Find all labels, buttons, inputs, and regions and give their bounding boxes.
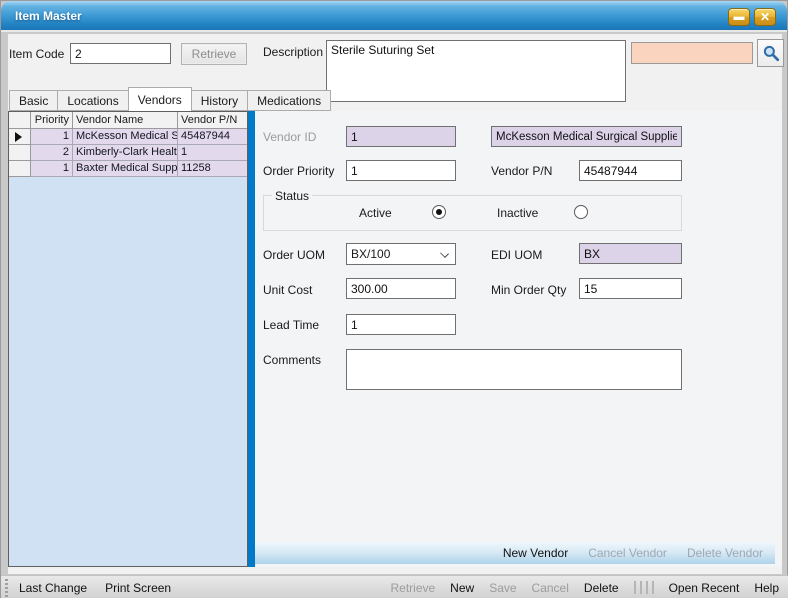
comments-input[interactable]	[346, 349, 682, 390]
status-active-radio[interactable]	[432, 205, 446, 219]
tab-vendors[interactable]: Vendors	[128, 87, 192, 111]
current-row-icon	[15, 132, 22, 142]
vendor-action-strip: New Vendor Cancel Vendor Delete Vendor	[255, 542, 775, 564]
lead-time-input[interactable]	[346, 314, 456, 335]
open-recent-button[interactable]: Open Recent	[669, 581, 740, 595]
vendor-name-field[interactable]	[491, 126, 682, 147]
vendor-pn-label: Vendor P/N	[491, 164, 552, 178]
vendor-grid-header: Priority Vendor Name Vendor P/N	[9, 112, 247, 129]
cancel-vendor-button[interactable]: Cancel Vendor	[588, 546, 667, 560]
vendor-name-column-header[interactable]: Vendor Name	[73, 112, 178, 128]
unit-cost-label: Unit Cost	[263, 283, 312, 297]
min-order-qty-label: Min Order Qty	[491, 283, 566, 297]
statusbar-grip-icon	[3, 579, 11, 597]
last-change-button[interactable]: Last Change	[19, 581, 87, 595]
delete-vendor-button[interactable]: Delete Vendor	[687, 546, 763, 560]
status-active-label: Active	[359, 206, 392, 220]
window-title: Item Master	[15, 9, 82, 23]
order-priority-label: Order Priority	[263, 164, 334, 178]
tab-locations[interactable]: Locations	[58, 90, 128, 111]
minimize-button[interactable]: ▬	[728, 8, 750, 26]
print-screen-button[interactable]: Print Screen	[105, 581, 171, 595]
order-uom-value: BX/100	[351, 247, 390, 261]
retrieve-button[interactable]: Retrieve	[181, 43, 247, 65]
close-icon: ✕	[760, 10, 770, 24]
close-button[interactable]: ✕	[754, 8, 776, 26]
table-row[interactable]: 1 McKesson Medical Surgical Supplies 454…	[9, 129, 247, 145]
vendor-pn-column-header[interactable]: Vendor P/N	[178, 112, 247, 128]
table-row[interactable]: 1 Baxter Medical Supp 11258	[9, 161, 247, 177]
lead-time-label: Lead Time	[263, 318, 319, 332]
edi-uom-label: EDI UOM	[491, 248, 542, 262]
minimize-icon: ▬	[734, 11, 745, 23]
statusbar-delete-button[interactable]: Delete	[584, 581, 619, 595]
status-groupbox: Status Active Inactive	[263, 195, 682, 231]
status-inactive-label: Inactive	[497, 206, 538, 220]
statusbar-cancel-button[interactable]: Cancel	[532, 581, 569, 595]
statusbar-new-button[interactable]: New	[450, 581, 474, 595]
unit-cost-input[interactable]	[346, 278, 456, 299]
order-uom-label: Order UOM	[263, 248, 325, 262]
order-uom-dropdown[interactable]: BX/100	[346, 243, 456, 265]
edi-uom-field[interactable]	[579, 243, 682, 264]
chevron-down-icon	[440, 249, 449, 258]
tab-basic[interactable]: Basic	[9, 90, 58, 111]
item-code-label: Item Code	[9, 47, 64, 61]
description-label: Description	[263, 45, 323, 59]
statusbar-retrieve-button[interactable]: Retrieve	[390, 581, 435, 595]
status-label: Status	[272, 189, 312, 203]
vendor-grid: Priority Vendor Name Vendor P/N 1 McKess…	[8, 111, 248, 567]
row-selector-header	[9, 112, 31, 128]
priority-column-header[interactable]: Priority	[31, 112, 73, 128]
vendor-id-field[interactable]	[346, 126, 456, 147]
description-input[interactable]: Sterile Suturing Set	[326, 40, 626, 102]
item-master-window: Item Master ▬ ✕ Item Code Retrieve Descr…	[0, 0, 788, 598]
magnifier-icon	[762, 44, 780, 62]
comments-label: Comments	[263, 353, 321, 367]
new-vendor-button[interactable]: New Vendor	[503, 546, 568, 560]
search-input[interactable]	[631, 42, 753, 64]
min-order-qty-input[interactable]	[579, 278, 682, 299]
vendor-id-label: Vendor ID	[263, 130, 316, 144]
vendor-detail-panel: Vendor ID Order Priority Vendor P/N Stat…	[255, 111, 782, 567]
status-bar: Last Change Print Screen Retrieve New Sa…	[1, 575, 788, 598]
grid-panel-splitter[interactable]	[248, 111, 255, 567]
status-inactive-radio[interactable]	[574, 205, 588, 219]
vendor-pn-input[interactable]	[579, 160, 682, 181]
tab-strip: Basic Locations Vendors History Medicati…	[9, 87, 331, 111]
statusbar-save-button[interactable]: Save	[489, 581, 516, 595]
title-bar[interactable]: Item Master ▬ ✕	[1, 1, 787, 32]
tab-history[interactable]: History	[192, 90, 248, 111]
help-button[interactable]: Help	[754, 581, 779, 595]
table-row[interactable]: 2 Kimberly-Clark Health 1	[9, 145, 247, 161]
search-button[interactable]	[757, 39, 784, 67]
statusbar-separator-bars	[634, 581, 654, 594]
tab-medications[interactable]: Medications	[248, 90, 331, 111]
item-code-input[interactable]	[70, 43, 171, 64]
order-priority-input[interactable]	[346, 160, 456, 181]
